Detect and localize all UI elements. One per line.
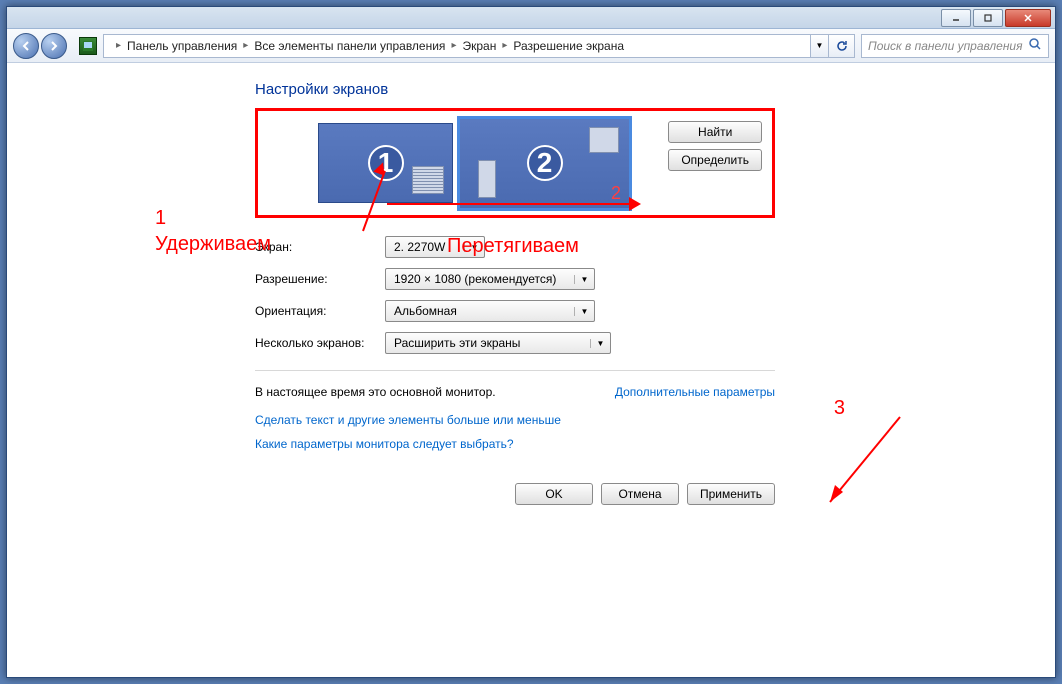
resolution-label: Разрешение: — [255, 272, 385, 286]
multiple-displays-value: Расширить эти экраны — [394, 336, 520, 350]
annotation-drag-arrow — [387, 203, 635, 205]
detect-button[interactable]: Определить — [668, 149, 762, 171]
orientation-value: Альбомная — [394, 304, 457, 318]
nav-back-button[interactable] — [13, 33, 39, 59]
display-value: 2. 2270W — [394, 240, 445, 254]
search-icon — [1028, 37, 1042, 54]
control-panel-window: ▸ Панель управления ▸ Все элементы панел… — [6, 6, 1056, 678]
address-dropdown[interactable]: ▼ — [811, 34, 829, 58]
breadcrumb-item[interactable]: Разрешение экрана — [513, 39, 624, 53]
annotation-number-3: 3 — [834, 397, 845, 420]
display-label: Экран: — [255, 240, 385, 254]
control-panel-icon — [79, 37, 97, 55]
resolution-combo[interactable]: 1920 × 1080 (рекомендуется) ▼ — [385, 268, 595, 290]
monitor-2[interactable]: 2 2 — [457, 116, 632, 211]
page-title: Настройки экранов — [255, 81, 775, 98]
monitor-2-window-icon — [589, 127, 619, 153]
status-row: В настоящее время это основной монитор. … — [255, 370, 775, 399]
breadcrumb-item[interactable]: Экран — [462, 39, 496, 53]
maximize-button[interactable] — [973, 9, 1003, 27]
find-button[interactable]: Найти — [668, 121, 762, 143]
help-links: Сделать текст и другие элементы больше и… — [255, 413, 775, 451]
monitor-2-taskbar-icon — [478, 160, 496, 198]
minimize-button[interactable] — [941, 9, 971, 27]
annotation-drag-arrow-head — [629, 197, 641, 211]
dialog-buttons: OK Отмена Применить — [255, 483, 775, 505]
apply-button[interactable]: Применить — [687, 483, 775, 505]
navbar: ▸ Панель управления ▸ Все элементы панел… — [7, 29, 1055, 63]
chevron-down-icon: ▼ — [574, 275, 590, 284]
breadcrumb[interactable]: ▸ Панель управления ▸ Все элементы панел… — [103, 34, 811, 58]
multiple-displays-label: Несколько экранов: — [255, 336, 385, 350]
close-button[interactable] — [1005, 9, 1051, 27]
annotation-drag-text: Перетягиваем — [447, 235, 579, 258]
content-area: Настройки экранов 1 2 2 Найти Определить… — [7, 63, 1055, 523]
chevron-down-icon: ▼ — [574, 307, 590, 316]
monitor-1-window-icon — [412, 166, 444, 194]
orientation-label: Ориентация: — [255, 304, 385, 318]
breadcrumb-item[interactable]: Все элементы панели управления — [254, 39, 445, 53]
refresh-button[interactable] — [829, 34, 855, 58]
resolution-value: 1920 × 1080 (рекомендуется) — [394, 272, 556, 286]
ok-button[interactable]: OK — [515, 483, 593, 505]
annotation-hold-text: Удерживаем — [155, 233, 271, 256]
breadcrumb-item[interactable]: Панель управления — [127, 39, 237, 53]
monitor-2-number: 2 — [527, 145, 563, 181]
multiple-displays-combo[interactable]: Расширить эти экраны ▼ — [385, 332, 611, 354]
nav-forward-button[interactable] — [41, 33, 67, 59]
orientation-combo[interactable]: Альбомная ▼ — [385, 300, 595, 322]
chevron-down-icon: ▼ — [590, 339, 606, 348]
search-input[interactable]: Поиск в панели управления — [861, 34, 1049, 58]
primary-monitor-text: В настоящее время это основной монитор. — [255, 385, 496, 399]
titlebar — [7, 7, 1055, 29]
annotation-number-1: 1 — [155, 207, 166, 230]
monitor-arrangement-area[interactable]: 1 2 2 Найти Определить — [255, 108, 775, 218]
search-placeholder: Поиск в панели управления — [868, 39, 1023, 53]
text-size-link[interactable]: Сделать текст и другие элементы больше и… — [255, 413, 775, 427]
advanced-settings-link[interactable]: Дополнительные параметры — [615, 385, 775, 399]
annotation-monitor-2-label: 2 — [611, 183, 621, 204]
cancel-button[interactable]: Отмена — [601, 483, 679, 505]
which-monitor-link[interactable]: Какие параметры монитора следует выбрать… — [255, 437, 775, 451]
